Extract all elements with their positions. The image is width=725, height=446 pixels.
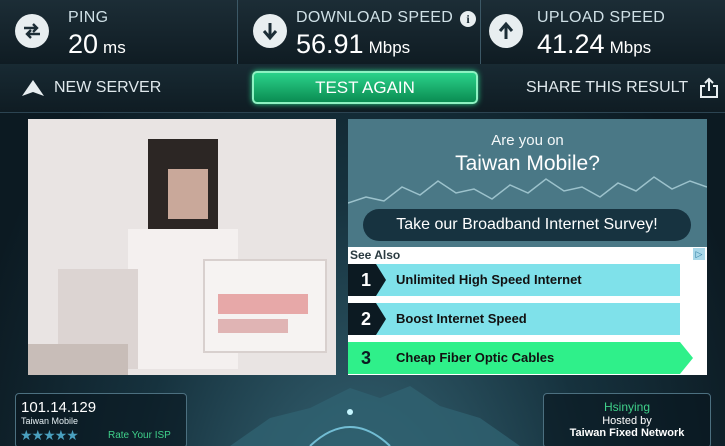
upload-value: 41.24 Mbps [537, 29, 651, 60]
ad-image[interactable] [28, 119, 336, 375]
link-number-1: 1 [360, 270, 371, 290]
see-also-panel: See Also ▷ 1 Unlimited High Speed Intern… [348, 247, 707, 375]
download-value: 56.91 Mbps [296, 29, 410, 60]
server-info-panel[interactable]: Hsinying Hosted by Taiwan Fixed Network [543, 393, 711, 446]
link-label-1: Unlimited High Speed Internet [396, 272, 582, 287]
action-bar: NEW SERVER TEST AGAIN SHARE THIS RESULT [0, 64, 725, 113]
new-server-label: NEW SERVER [54, 79, 162, 96]
info-icon[interactable]: i [460, 11, 476, 27]
survey-panel: Are you on Taiwan Mobile? Take our Broad… [348, 119, 707, 247]
upload-unit: Mbps [609, 38, 652, 57]
speedtest-window: PING 20 ms DOWNLOAD SPEED 56.91 Mbps i UPL… [0, 0, 725, 446]
share-label: SHARE THIS RESULT [526, 79, 689, 96]
broadband-survey-button[interactable]: Take our Broadband Internet Survey! [363, 209, 691, 241]
map-background [230, 386, 520, 446]
triangle-icon [22, 80, 44, 96]
isp-name: Taiwan Mobile [21, 416, 79, 426]
see-also-link-2[interactable]: 2 Boost Internet Speed [348, 303, 680, 335]
download-metric: DOWNLOAD SPEED 56.91 Mbps [238, 0, 481, 64]
survey-question-line2: Taiwan Mobile? [455, 152, 600, 175]
ip-address: 101.14.129 [21, 399, 97, 416]
see-also-header: See Also [350, 248, 401, 262]
host-network: Taiwan Fixed Network [569, 427, 685, 439]
upload-metric: UPLOAD SPEED 41.24 Mbps [481, 0, 725, 64]
test-again-button[interactable]: TEST AGAIN [252, 71, 478, 104]
share-icon [700, 77, 719, 98]
ping-number: 20 [68, 29, 99, 59]
see-also-link-3[interactable]: 3 Cheap Fiber Optic Cables [348, 342, 707, 374]
download-unit: Mbps [368, 38, 411, 57]
upload-label: UPLOAD SPEED [537, 9, 666, 26]
see-also-link-1[interactable]: 1 Unlimited High Speed Internet [348, 264, 680, 296]
link-label-2: Boost Internet Speed [396, 311, 527, 326]
share-result-button[interactable]: SHARE THIS RESULT [526, 76, 720, 100]
download-label: DOWNLOAD SPEED [296, 9, 454, 26]
link-number-3: 3 [360, 348, 371, 368]
upload-arrow-icon [489, 14, 523, 48]
ping-icon [15, 14, 49, 48]
hosted-by-label: Hosted by [602, 415, 652, 427]
download-arrow-icon [253, 14, 287, 48]
ping-value: 20 ms [68, 29, 126, 60]
download-number: 56.91 [296, 29, 364, 59]
isp-rating-stars[interactable]: ★★★★★ [20, 427, 79, 444]
client-info-panel: 101.14.129 Taiwan Mobile ★★★★★ Rate Your… [15, 393, 187, 446]
link-number-2: 2 [360, 309, 371, 329]
ping-label: PING [68, 9, 109, 26]
ping-metric: PING 20 ms [0, 0, 238, 64]
link-label-3: Cheap Fiber Optic Cables [396, 350, 555, 365]
metrics-bar: PING 20 ms DOWNLOAD SPEED 56.91 Mbps i UPL… [0, 0, 725, 65]
new-server-button[interactable]: NEW SERVER [20, 76, 161, 100]
ad-choices-icon[interactable]: ▷ [693, 248, 705, 260]
rate-isp-link[interactable]: Rate Your ISP [108, 430, 171, 441]
survey-question-line1: Are you on [491, 132, 564, 149]
server-city: Hsinying [603, 400, 651, 414]
upload-number: 41.24 [537, 29, 605, 59]
ping-unit: ms [103, 38, 126, 57]
